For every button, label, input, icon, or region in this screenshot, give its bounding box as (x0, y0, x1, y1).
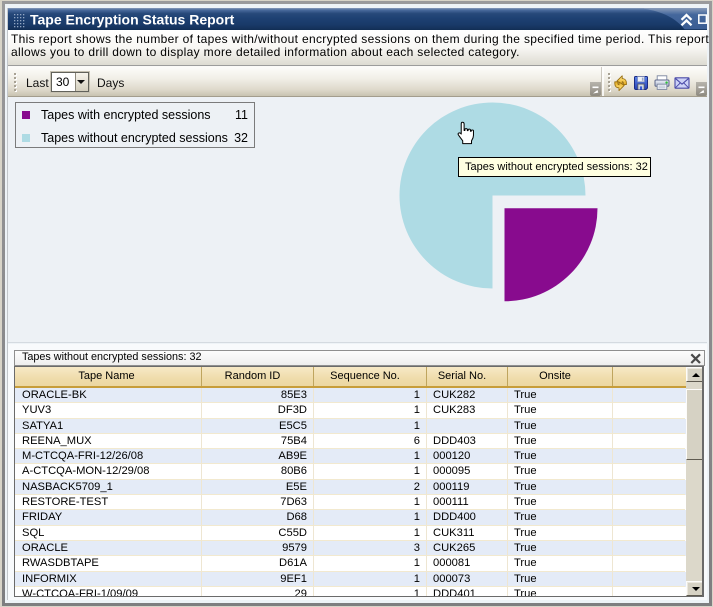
svg-text:Tape Encryption Status Report: Tape Encryption Status Report (30, 12, 235, 28)
